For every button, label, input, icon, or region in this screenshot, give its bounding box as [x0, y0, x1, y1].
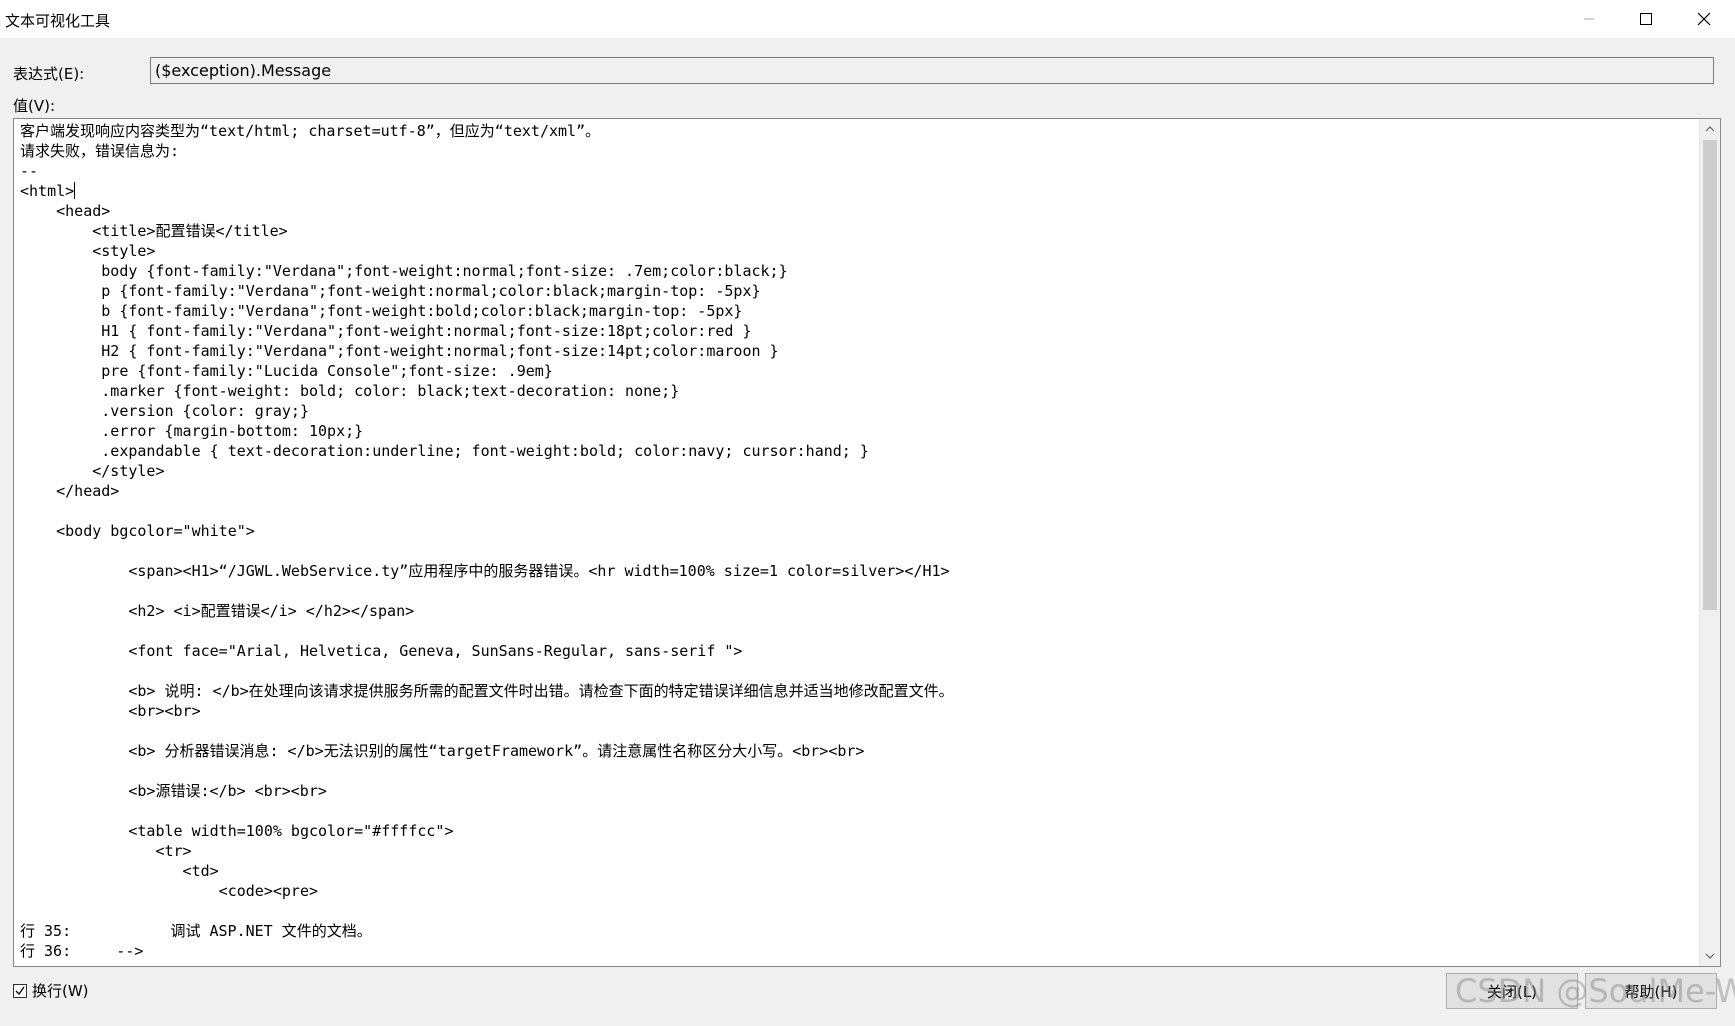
text-line: 请求失败，错误信息为:	[20, 142, 180, 160]
chevron-up-icon	[1705, 126, 1715, 132]
text-line: <head>	[20, 202, 111, 220]
text-line: H1 { font-family:"Verdana";font-weight:n…	[20, 322, 752, 340]
text-line: body {font-family:"Verdana";font-weight:…	[20, 262, 788, 280]
text-line: b {font-family:"Verdana";font-weight:bol…	[20, 302, 743, 320]
minimize-button[interactable]	[1560, 0, 1618, 38]
text-line: 客户端发现响应内容类型为“text/html; charset=utf-8”，但…	[20, 122, 601, 140]
value-text: 客户端发现响应内容类型为“text/html; charset=utf-8”，但…	[20, 121, 1700, 961]
value-text-area[interactable]: 客户端发现响应内容类型为“text/html; charset=utf-8”，但…	[13, 118, 1721, 967]
text-line: <b>源错误:</b> <br><br>	[20, 782, 327, 800]
chevron-down-icon	[1705, 953, 1715, 959]
title-bar: 文本可视化工具	[0, 0, 1735, 38]
text-line: <h2> <i>配置错误</i> </h2></span>	[20, 602, 415, 620]
text-line: 行 36: -->	[20, 942, 144, 960]
value-label: 值(V):	[13, 97, 56, 115]
text-line: <td>	[20, 862, 219, 880]
help-button[interactable]: 帮助(H)	[1585, 973, 1717, 1009]
text-line: pre {font-family:"Lucida Console";font-s…	[20, 362, 553, 380]
vertical-scrollbar[interactable]	[1699, 119, 1720, 966]
text-line: <body bgcolor="white">	[20, 522, 255, 540]
text-line	[20, 801, 1700, 821]
text-line: .expandable { text-decoration:underline;…	[20, 442, 869, 460]
close-button[interactable]: 关闭(L)	[1446, 973, 1578, 1009]
text-line: p {font-family:"Verdana";font-weight:nor…	[20, 282, 761, 300]
text-line: <html>	[20, 182, 76, 200]
minimize-icon	[1584, 18, 1594, 20]
wrap-checkbox[interactable]: 换行(W)	[13, 980, 89, 1001]
text-line: <tr>	[20, 842, 192, 860]
text-line	[20, 721, 1700, 741]
close-icon	[1697, 12, 1711, 26]
text-line: </head>	[20, 482, 120, 500]
text-line: <b> 分析器错误消息: </b>无法识别的属性“targetFramework…	[20, 742, 865, 760]
text-line: .error {margin-bottom: 10px;}	[20, 422, 364, 440]
text-line: <span><H1>“/JGWL.WebService.ty”应用程序中的服务器…	[20, 562, 950, 580]
text-line	[20, 761, 1700, 781]
text-line: H2 { font-family:"Verdana";font-weight:n…	[20, 342, 779, 360]
text-line	[20, 541, 1700, 561]
expression-input[interactable]: ($exception).Message	[150, 57, 1714, 84]
text-line	[20, 621, 1700, 641]
text-line: <code><pre>	[20, 882, 319, 900]
text-line: <style>	[20, 242, 156, 260]
text-line	[20, 901, 1700, 921]
text-line: --	[20, 162, 39, 180]
wrap-label: 换行(W)	[32, 982, 89, 1000]
maximize-button[interactable]	[1617, 0, 1675, 38]
text-line: <b> 说明: </b>在处理向该请求提供服务所需的配置文件时出错。请检查下面的…	[20, 682, 954, 700]
close-window-button[interactable]	[1675, 0, 1733, 38]
text-line	[20, 501, 1700, 521]
scroll-down-button[interactable]	[1700, 946, 1720, 966]
expression-label: 表达式(E):	[13, 65, 85, 83]
text-line	[20, 581, 1700, 601]
check-icon	[15, 986, 25, 995]
window-title: 文本可视化工具	[5, 12, 111, 30]
scroll-thumb[interactable]	[1703, 140, 1717, 610]
scroll-up-button[interactable]	[1700, 119, 1720, 139]
checkbox-box[interactable]	[13, 983, 27, 998]
text-line: <font face="Arial, Helvetica, Geneva, Su…	[20, 642, 743, 660]
text-line: </style>	[20, 462, 165, 480]
text-line	[20, 661, 1700, 681]
text-caret	[74, 182, 76, 199]
maximize-icon	[1640, 13, 1652, 25]
text-line: <title>配置错误</title>	[20, 222, 288, 240]
text-line: <table width=100% bgcolor="#ffffcc">	[20, 822, 454, 840]
text-line: .version {color: gray;}	[20, 402, 309, 420]
text-line: .marker {font-weight: bold; color: black…	[20, 382, 680, 400]
text-line: <br><br>	[20, 702, 201, 720]
text-line: 行 35: 调试 ASP.NET 文件的文档。	[20, 922, 372, 940]
